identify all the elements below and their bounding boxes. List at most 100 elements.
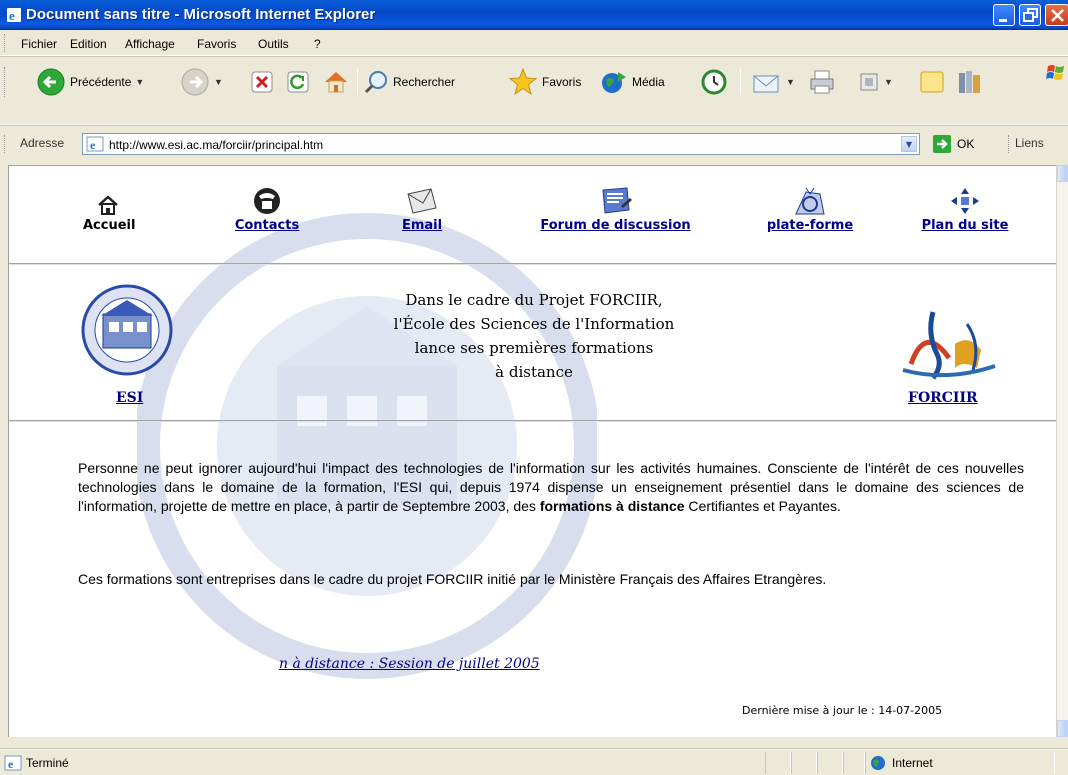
nav-email[interactable]: Email <box>397 186 447 233</box>
edit-page-icon <box>860 73 878 91</box>
scroll-up-button[interactable] <box>1057 165 1068 182</box>
close-button[interactable] <box>1045 4 1068 26</box>
research-button[interactable] <box>956 66 984 98</box>
nav-accueil[interactable]: Accueil <box>83 194 135 233</box>
telephone-icon <box>254 188 280 214</box>
last-update-text: Dernière mise à jour le : 14-07-2005 <box>742 704 943 717</box>
session-scrolling-link[interactable]: n à distance : Session de juillet 2005 <box>279 656 540 672</box>
page-viewport: Accueil Contacts Email Forum de discussi… <box>8 165 1056 737</box>
links-grip[interactable] <box>1008 135 1010 153</box>
go-button-label: OK <box>957 137 975 151</box>
status-panel <box>791 752 817 774</box>
back-dropdown-icon[interactable]: ▼ <box>135 77 144 87</box>
menu-help[interactable]: ? <box>314 37 321 51</box>
window-title: Document sans titre - Microsoft Internet… <box>26 6 376 23</box>
refresh-icon <box>287 71 309 93</box>
menu-outils[interactable]: Outils <box>258 37 289 51</box>
forciir-link[interactable]: FORCIIR <box>908 390 978 406</box>
nav-plan-du-site[interactable]: Plan du site <box>917 186 1013 233</box>
nav-contacts[interactable]: Contacts <box>227 186 307 233</box>
nav-forum-link[interactable]: Forum de discussion <box>533 218 698 233</box>
favorites-star-icon <box>508 67 538 96</box>
address-dropdown-button[interactable]: ▼ <box>901 136 917 152</box>
edit-dropdown-icon[interactable]: ▼ <box>884 77 893 87</box>
address-url[interactable]: http://www.esi.ac.ma/forciir/principal.h… <box>109 138 323 152</box>
top-divider <box>9 263 1056 265</box>
back-button-label: Précédente <box>70 75 132 89</box>
status-bar: e Terminé Internet <box>0 749 1068 775</box>
intro-paragraph: Personne ne peut ignorer aujourd'hui l'i… <box>78 459 1024 516</box>
nav-plateforme[interactable]: plate-forme <box>762 186 858 233</box>
home-button[interactable] <box>322 66 350 98</box>
back-arrow-icon <box>37 68 65 96</box>
favorites-button[interactable]: Favoris <box>508 66 581 98</box>
nav-plan-du-site-link[interactable]: Plan du site <box>917 218 1013 233</box>
search-button[interactable]: Rechercher <box>363 66 455 98</box>
favorites-button-label: Favoris <box>542 75 582 89</box>
toolbar-separator <box>357 69 358 95</box>
svg-text:e: e <box>9 8 15 23</box>
page-ie-icon: e <box>86 136 104 152</box>
forward-dropdown-icon[interactable]: ▼ <box>214 77 223 87</box>
go-arrow-icon <box>933 135 951 153</box>
address-bar: Adresse e http://www.esi.ac.ma/forciir/p… <box>0 126 1068 162</box>
menu-help-label: ? <box>314 37 321 51</box>
media-button[interactable]: Média <box>600 66 665 98</box>
refresh-button[interactable] <box>286 66 310 98</box>
print-button[interactable] <box>808 66 836 98</box>
nav-forum[interactable]: Forum de discussion <box>533 186 698 233</box>
toolbar-grip[interactable] <box>4 67 6 97</box>
links-label[interactable]: Liens <box>1015 136 1044 150</box>
search-button-label: Rechercher <box>393 75 456 89</box>
context-paragraph: Ces formations sont entreprises dans le … <box>78 571 827 587</box>
menu-fichier[interactable]: Fichier <box>21 37 57 51</box>
mail-dropdown-icon[interactable]: ▼ <box>786 77 795 87</box>
internet-globe-icon <box>871 756 885 770</box>
esi-link[interactable]: ESI <box>116 390 143 406</box>
edit-button[interactable]: ▼ <box>858 66 893 98</box>
addressbar-grip[interactable] <box>4 135 6 153</box>
nav-plateforme-link[interactable]: plate-forme <box>762 218 858 233</box>
forciir-logo <box>902 311 996 380</box>
note-icon <box>920 71 944 93</box>
status-text: Terminé <box>26 756 69 770</box>
stop-button[interactable] <box>250 66 274 98</box>
media-globe-icon <box>602 72 626 93</box>
menu-edition[interactable]: Edition <box>70 37 107 51</box>
status-panel <box>843 752 865 774</box>
platform-icon <box>795 187 825 215</box>
menu-affichage-label: Affichage <box>125 37 175 51</box>
home-icon <box>325 72 347 93</box>
search-icon <box>364 71 387 94</box>
vertical-scrollbar[interactable] <box>1056 165 1068 737</box>
title-bar[interactable]: e Document sans titre - Microsoft Intern… <box>0 0 1068 30</box>
history-clock-icon <box>701 69 727 95</box>
restore-button[interactable] <box>1019 4 1041 26</box>
history-button[interactable] <box>700 66 728 98</box>
nav-email-link[interactable]: Email <box>397 218 447 233</box>
esi-logo <box>81 284 173 376</box>
scroll-down-button[interactable] <box>1057 720 1068 737</box>
forum-icon <box>601 187 632 214</box>
address-field[interactable]: e http://www.esi.ac.ma/forciir/principal… <box>82 133 920 155</box>
page-done-icon: e <box>4 755 22 771</box>
toolbar-separator <box>740 69 741 95</box>
menu-outils-label: Outils <box>258 37 289 51</box>
menu-affichage[interactable]: Affichage <box>125 37 175 51</box>
esi-watermark-logo <box>137 213 597 679</box>
forward-button[interactable]: ▼ <box>180 66 223 98</box>
nav-contacts-link[interactable]: Contacts <box>227 218 307 233</box>
bottom-divider <box>9 420 1056 422</box>
para1-bold-text: formations à distance <box>539 498 685 514</box>
mail-button[interactable]: ▼ <box>752 66 795 98</box>
books-icon <box>959 71 980 93</box>
go-button[interactable]: OK <box>932 134 974 154</box>
svg-text:e: e <box>90 138 96 152</box>
minimize-button[interactable] <box>993 4 1015 26</box>
menu-favoris[interactable]: Favoris <box>197 37 236 51</box>
messenger-button[interactable] <box>918 66 946 98</box>
envelope-icon <box>407 188 437 214</box>
menubar-grip[interactable] <box>4 34 6 52</box>
back-button[interactable]: Précédente ▼ <box>36 66 144 98</box>
address-label: Adresse <box>20 136 65 150</box>
